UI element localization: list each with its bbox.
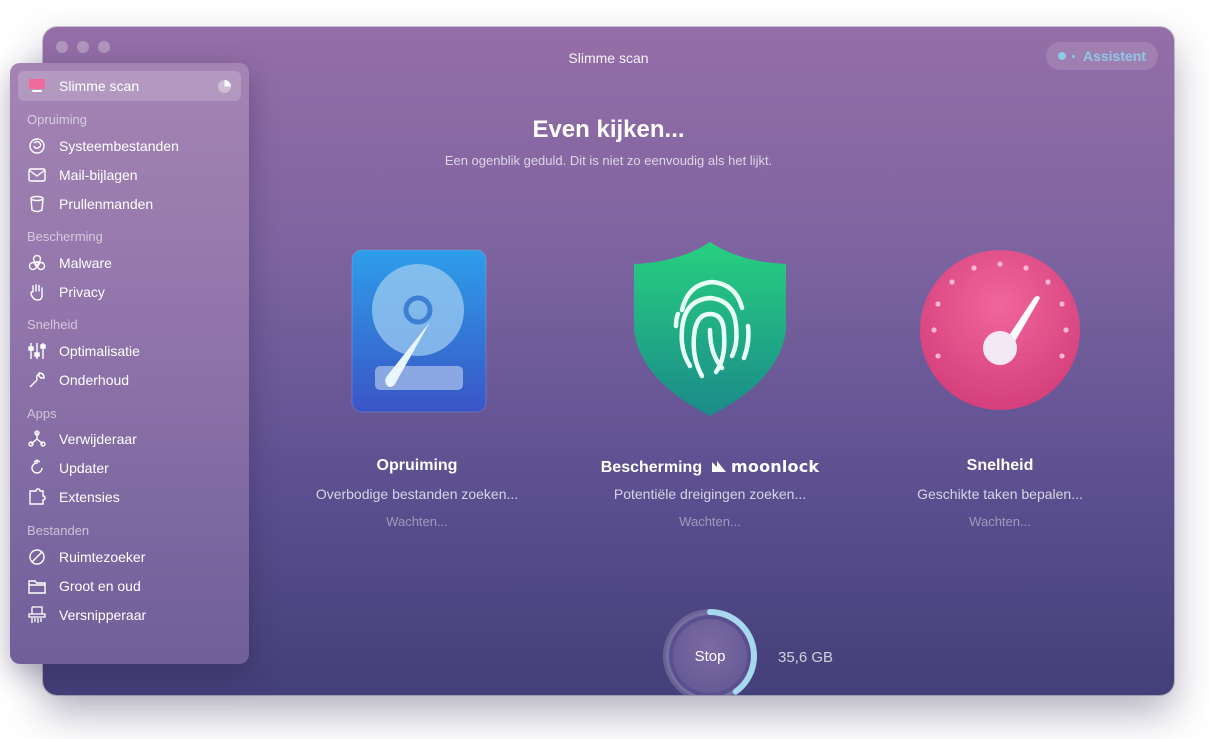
sidebar-item-privacy[interactable]: Privacy — [28, 281, 105, 303]
sidebar-item-groot-en-oud[interactable]: Groot en oud — [28, 575, 141, 597]
sidebar-item-label: Verwijderaar — [59, 431, 137, 447]
sidebar-item-prullenmanden[interactable]: Prullenmanden — [28, 193, 153, 215]
moonlock-logo-icon — [711, 461, 726, 472]
assistant-label: Assistent — [1082, 48, 1147, 64]
section-title-bescherming: Bescherming — [27, 229, 103, 244]
sidebar-item-label: Optimalisatie — [59, 343, 140, 359]
card-state: Wachten... — [679, 514, 741, 529]
section-title-snelheid: Snelheid — [27, 317, 78, 332]
sidebar-item-systeembestanden[interactable]: Systeembestanden — [28, 135, 179, 157]
card-state: Wachten... — [969, 514, 1031, 529]
system-junk-icon — [28, 137, 46, 155]
sidebar-item-ruimtezoeker[interactable]: Ruimtezoeker — [28, 546, 145, 568]
card-status: Geschikte taken bepalen... — [917, 486, 1083, 502]
sidebar-item-label: Privacy — [59, 284, 105, 300]
sidebar-item-onderhoud[interactable]: Onderhoud — [28, 369, 129, 391]
sidebar-item-mail-bijlagen[interactable]: Mail-bijlagen — [28, 164, 138, 186]
sidebar-item-label: Updater — [59, 460, 109, 476]
sidebar: Slimme scan Opruiming Systeembestanden M… — [10, 63, 249, 664]
biohazard-icon — [28, 254, 46, 272]
sidebar-item-label: Mail-bijlagen — [59, 167, 138, 183]
section-title-opruiming: Opruiming — [27, 112, 87, 127]
sidebar-item-label: Versnipperaar — [59, 607, 147, 623]
speedometer-icon — [920, 250, 1080, 410]
hard-drive-icon — [351, 249, 487, 413]
sidebar-item-label: Slimme scan — [59, 78, 140, 94]
sidebar-item-updater[interactable]: Updater — [28, 457, 109, 479]
sidebar-item-label: Groot en oud — [59, 578, 141, 594]
updater-icon — [28, 459, 46, 477]
card-title: Opruiming — [376, 457, 458, 474]
monitor-icon — [28, 77, 46, 95]
uninstaller-icon — [28, 430, 46, 448]
scan-progress-ring: Stop — [660, 606, 760, 695]
puzzle-icon — [28, 488, 46, 506]
card-title-text: Bescherming — [600, 459, 703, 476]
mail-icon — [28, 166, 46, 184]
card-state: Wachten... — [386, 514, 448, 529]
sidebar-item-malware[interactable]: Malware — [28, 252, 112, 274]
assistant-small-dot-icon — [1071, 54, 1075, 58]
card-title: Snelheid — [966, 457, 1034, 474]
sidebar-item-label: Onderhoud — [59, 372, 130, 388]
scan-size: 35,6 GB — [778, 649, 834, 666]
sidebar-item-slimme-scan-row[interactable]: Slimme scan — [28, 75, 139, 97]
sidebar-item-label: Prullenmanden — [59, 196, 154, 212]
hand-icon — [28, 283, 46, 301]
scan-progress-pie-icon — [218, 80, 231, 93]
sidebar-item-label: Ruimtezoeker — [59, 549, 146, 565]
moonlock-brand: moonlock — [731, 457, 820, 476]
wrench-icon — [28, 371, 46, 389]
sidebar-item-label: Malware — [59, 255, 112, 271]
trash-icon — [28, 195, 46, 213]
fingerprint-shield-icon — [634, 242, 786, 416]
card-title: Bescherming moonlock — [580, 457, 840, 477]
section-title-apps: Apps — [27, 406, 57, 421]
sidebar-item-versnipperaar[interactable]: Versnipperaar — [28, 604, 146, 626]
sidebar-item-label: Systeembestanden — [59, 138, 179, 154]
folder-icon — [28, 577, 46, 595]
section-title-bestanden: Bestanden — [27, 523, 90, 538]
sidebar-item-extensies[interactable]: Extensies — [28, 486, 120, 508]
stop-button[interactable]: Stop — [673, 619, 747, 693]
sidebar-item-optimalisatie[interactable]: Optimalisatie — [28, 340, 140, 362]
space-lens-icon — [28, 548, 46, 566]
sidebar-item-verwijderaar[interactable]: Verwijderaar — [28, 428, 137, 450]
sidebar-item-label: Extensies — [59, 489, 120, 505]
card-status: Potentiële dreigingen zoeken... — [613, 486, 807, 502]
sliders-icon — [28, 342, 46, 360]
assistant-dot-icon — [1057, 52, 1066, 60]
shredder-icon — [28, 606, 46, 624]
assistant-button[interactable]: Assistent — [1046, 42, 1158, 70]
card-status: Overbodige bestanden zoeken... — [315, 486, 519, 502]
